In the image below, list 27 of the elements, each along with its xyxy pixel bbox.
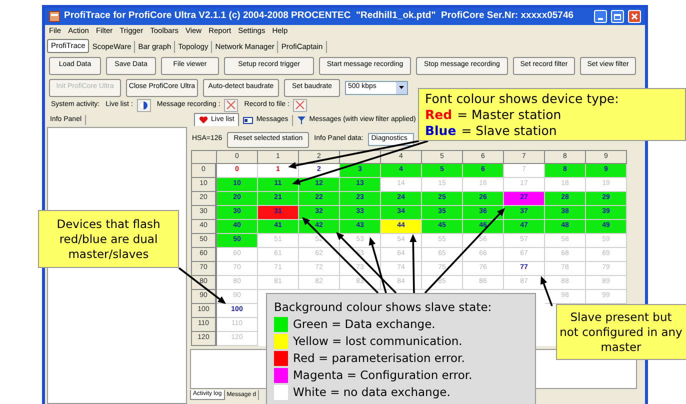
maximize-icon (614, 14, 621, 20)
callout-text: Slave present but not configured in any master (559, 310, 683, 354)
legend-text: Green = Data exchange. (293, 316, 436, 333)
callout-title: Background colour shows slave state: (274, 299, 493, 316)
callout-text: Devices that flash red/blue are dual master/slaves (56, 216, 162, 262)
legend-text: Red = parameterisation error. (293, 350, 465, 367)
maximize-button[interactable] (611, 10, 624, 23)
arrow (540, 276, 553, 306)
legend-term: Red (425, 107, 452, 123)
card-icon (243, 117, 254, 124)
legend-text: Magenta = Configuration error. (293, 367, 472, 384)
window-title: ProfiTrace for ProfiCore Ultra V2.1.1 (c) 2004-2008 PROCENTEC "Redhill1_ok.ptd" ProfiCore Ser.Nr: xxxxx05746 (64, 9, 575, 24)
close-button[interactable] (628, 10, 641, 23)
legend-term: Blue (425, 123, 456, 139)
legend-text: White = no data exchange. (293, 384, 450, 401)
app-icon (49, 11, 60, 22)
caret-icon (396, 82, 407, 94)
legend-text: = Master station (457, 107, 562, 123)
filter-icon (297, 116, 306, 125)
legend-text: = Slave station (461, 123, 557, 139)
heart-icon (199, 116, 208, 124)
legend-text: Yellow = lost communication. (293, 333, 462, 350)
arrow (410, 234, 417, 294)
callout-title: Font colour shows device type: (425, 91, 620, 107)
close-icon (631, 13, 638, 20)
minimize-icon (598, 18, 603, 20)
minimize-button[interactable] (594, 10, 607, 23)
